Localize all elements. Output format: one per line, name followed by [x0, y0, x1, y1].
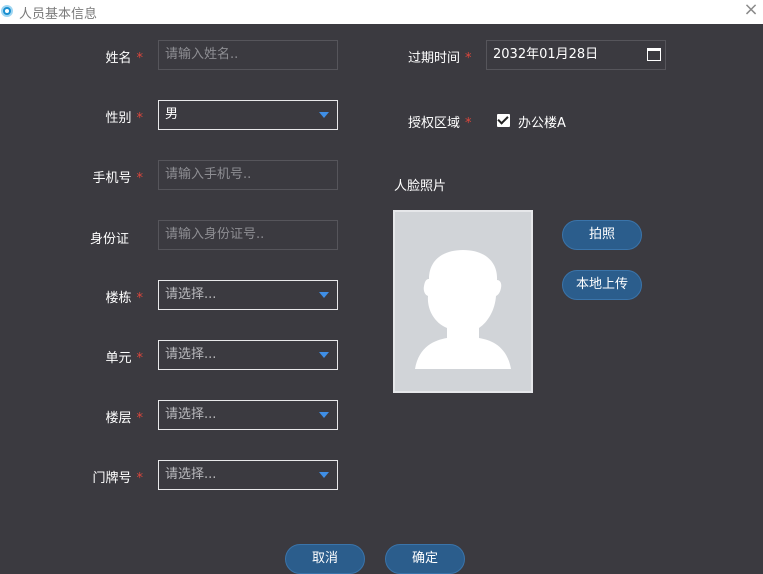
window-title: 人员基本信息 [19, 7, 98, 22]
phone-input[interactable]: 请输入手机号.. [158, 160, 338, 190]
face-photo-label: 人脸照片 [394, 179, 447, 194]
chevron-down-icon [319, 292, 329, 298]
gender-select[interactable]: 男 [158, 100, 338, 130]
door-number-select[interactable]: 请选择... [158, 460, 338, 490]
name-label: 姓名 * [105, 51, 143, 66]
app-logo-icon [1, 5, 13, 17]
expiry-date-picker[interactable]: 2032年01月28日 [486, 40, 666, 70]
face-photo-preview [393, 210, 533, 393]
gender-label: 性别 * [105, 111, 143, 126]
chevron-down-icon [319, 112, 329, 118]
office-building-a-checkbox[interactable] [497, 114, 510, 127]
confirm-button[interactable]: 确定 [385, 544, 465, 574]
door-number-label: 门牌号 * [92, 471, 143, 486]
expiry-date-value: 2032年01月28日 [493, 47, 599, 62]
expiry-label: 过期时间 * [408, 51, 472, 66]
local-upload-button[interactable]: 本地上传 [562, 270, 642, 300]
title-bar: 人员基本信息 × [0, 0, 763, 24]
unit-select[interactable]: 请选择... [158, 340, 338, 370]
capture-photo-button[interactable]: 拍照 [562, 220, 642, 250]
door-number-placeholder: 请选择... [165, 467, 217, 482]
gender-value: 男 [165, 107, 179, 122]
id-card-input[interactable]: 请输入身份证号.. [158, 220, 338, 250]
floor-select[interactable]: 请选择... [158, 400, 338, 430]
office-building-a-label[interactable]: 办公楼A [518, 112, 566, 131]
name-input[interactable]: 请输入姓名.. [158, 40, 338, 70]
unit-label: 单元 * [105, 351, 143, 366]
phone-label: 手机号 * [92, 171, 143, 186]
building-label: 楼栋 * [105, 291, 143, 306]
id-card-label: 身份证 [89, 232, 129, 247]
building-select[interactable]: 请选择... [158, 280, 338, 310]
person-placeholder-icon [415, 250, 511, 369]
close-button[interactable]: × [739, 0, 763, 22]
floor-label: 楼层 * [105, 411, 143, 426]
cancel-button[interactable]: 取消 [285, 544, 365, 574]
building-placeholder: 请选择... [165, 287, 217, 302]
unit-placeholder: 请选择... [165, 347, 217, 362]
chevron-down-icon [319, 352, 329, 358]
chevron-down-icon [319, 412, 329, 418]
floor-placeholder: 请选择... [165, 407, 217, 422]
auth-area-label: 授权区域 * [408, 116, 472, 131]
chevron-down-icon [319, 472, 329, 478]
calendar-icon[interactable] [647, 48, 661, 61]
